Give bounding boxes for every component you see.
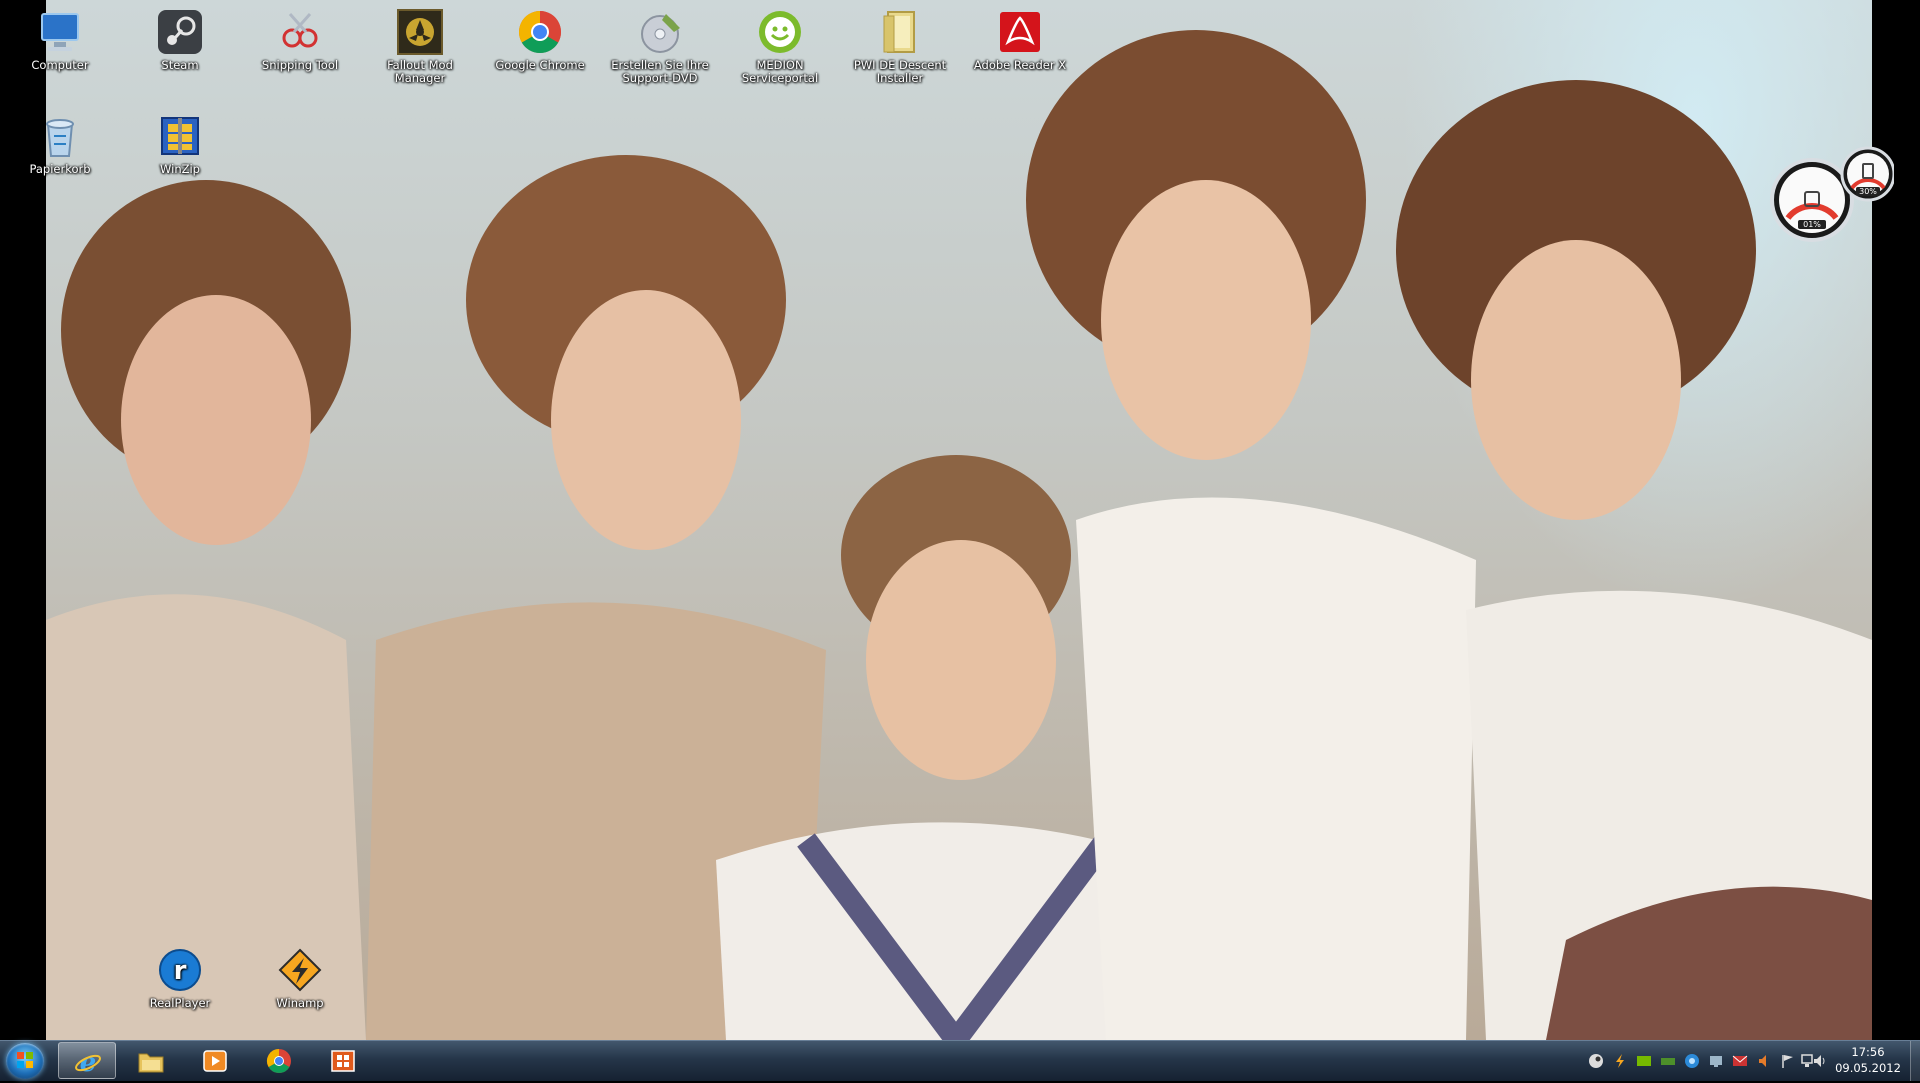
- desktop-icon-google-chrome[interactable]: Google Chrome: [488, 2, 592, 72]
- desktop-icon-medion-serviceportal[interactable]: MEDION Serviceportal: [728, 2, 832, 85]
- desktop-icon-label: Fallout Mod Manager: [387, 58, 453, 85]
- svg-text:e: e: [80, 1049, 97, 1075]
- tray-action-center-flag-icon[interactable]: [1780, 1053, 1796, 1069]
- desktop-icon-label: Google Chrome: [495, 58, 585, 72]
- wallpaper-figures: [46, 30, 1872, 1040]
- cpu-usage-readout: 01%: [1798, 220, 1826, 229]
- tray-speaker-warning-icon[interactable]: [1756, 1053, 1772, 1069]
- taskbar-internet-explorer[interactable]: e: [58, 1042, 116, 1079]
- medion-icon: [756, 8, 804, 56]
- internet-explorer-icon: e: [74, 1048, 102, 1078]
- taskbar-office[interactable]: [314, 1042, 372, 1079]
- tray-nvidia-icon[interactable]: [1636, 1053, 1652, 1069]
- desktop-icon-label: Snipping Tool: [261, 58, 339, 72]
- taskbar-clock[interactable]: 17:56 09.05.2012: [1826, 1044, 1910, 1076]
- desktop-icon-computer[interactable]: Computer: [8, 2, 112, 72]
- taskbar-google-chrome[interactable]: [250, 1042, 308, 1079]
- svg-text:r: r: [174, 956, 187, 986]
- office-icon: [329, 1048, 357, 1074]
- winamp-icon: [276, 946, 324, 994]
- desktop[interactable]: Computer Steam Snipping Tool Fallout Mod…: [0, 0, 1920, 1040]
- desktop-icon-label: Computer: [31, 58, 89, 72]
- tray-update-icon[interactable]: [1684, 1053, 1700, 1069]
- chrome-icon: [516, 8, 564, 56]
- desktop-icon-pwi-installer[interactable]: PWI DE Descent Installer: [848, 2, 952, 85]
- start-button[interactable]: [6, 1043, 44, 1079]
- desktop-icon-label: Adobe Reader X: [973, 58, 1067, 72]
- clock-time: 17:56: [1851, 1045, 1885, 1059]
- desktop-icon-support-dvd[interactable]: Erstellen Sie Ihre Support-DVD: [608, 2, 712, 85]
- tray-mail-icon[interactable]: [1732, 1053, 1748, 1069]
- media-player-icon: [201, 1048, 229, 1074]
- cpu-meter-gadget[interactable]: 01% 30%: [1770, 146, 1896, 242]
- desktop-icon-snipping-tool[interactable]: Snipping Tool: [248, 2, 352, 72]
- desktop-icon-label: RealPlayer: [149, 996, 211, 1010]
- desktop-icon-label: Papierkorb: [29, 162, 91, 176]
- steam-icon: [156, 8, 204, 56]
- folder-icon: [876, 8, 924, 56]
- taskbar-media-player[interactable]: [186, 1042, 244, 1079]
- chrome-icon: [265, 1048, 293, 1074]
- clock-date: 09.05.2012: [1835, 1061, 1901, 1075]
- wallpaper: [46, 0, 1872, 1040]
- tray-network-monitor-icon[interactable]: [1660, 1053, 1676, 1069]
- winzip-icon: [156, 112, 204, 160]
- desktop-icon-label: PWI DE Descent Installer: [853, 58, 947, 85]
- show-desktop-button[interactable]: [1910, 1041, 1920, 1081]
- desktop-icon-realplayer[interactable]: r RealPlayer: [128, 940, 232, 1010]
- windows-logo-icon: [17, 1052, 33, 1068]
- tray-winamp-icon[interactable]: [1612, 1053, 1628, 1069]
- taskbar-windows-explorer[interactable]: [122, 1042, 180, 1079]
- desktop-icon-winamp[interactable]: Winamp: [248, 940, 352, 1010]
- explorer-folder-icon: [137, 1048, 165, 1074]
- adobe-reader-icon: [996, 8, 1044, 56]
- realplayer-icon: r: [156, 946, 204, 994]
- tray-display-icon[interactable]: [1708, 1053, 1724, 1069]
- memory-usage-readout: 30%: [1856, 187, 1880, 196]
- tray-steam-icon[interactable]: [1588, 1053, 1604, 1069]
- desktop-icon-fallout-mod-manager[interactable]: Fallout Mod Manager: [368, 2, 472, 85]
- fallout-mod-manager-icon: [396, 8, 444, 56]
- taskbar[interactable]: e 17:56 09.05.2012: [0, 1040, 1920, 1081]
- desktop-icon-label: Winamp: [276, 996, 324, 1010]
- computer-icon: [36, 8, 84, 56]
- desktop-icon-papierkorb[interactable]: Papierkorb: [8, 106, 112, 176]
- desktop-icon-winzip[interactable]: WinZip: [128, 106, 232, 176]
- recycle-bin-icon: [36, 112, 84, 160]
- support-dvd-icon: [636, 8, 684, 56]
- desktop-icon-label: MEDION Serviceportal: [741, 58, 819, 85]
- desktop-icon-label: Steam: [161, 58, 199, 72]
- snipping-tool-icon: [276, 8, 324, 56]
- desktop-icon-adobe-reader[interactable]: Adobe Reader X: [968, 2, 1072, 72]
- desktop-icon-label: WinZip: [160, 162, 200, 176]
- desktop-icon-steam[interactable]: Steam: [128, 2, 232, 72]
- desktop-icon-label: Erstellen Sie Ihre Support-DVD: [611, 58, 709, 85]
